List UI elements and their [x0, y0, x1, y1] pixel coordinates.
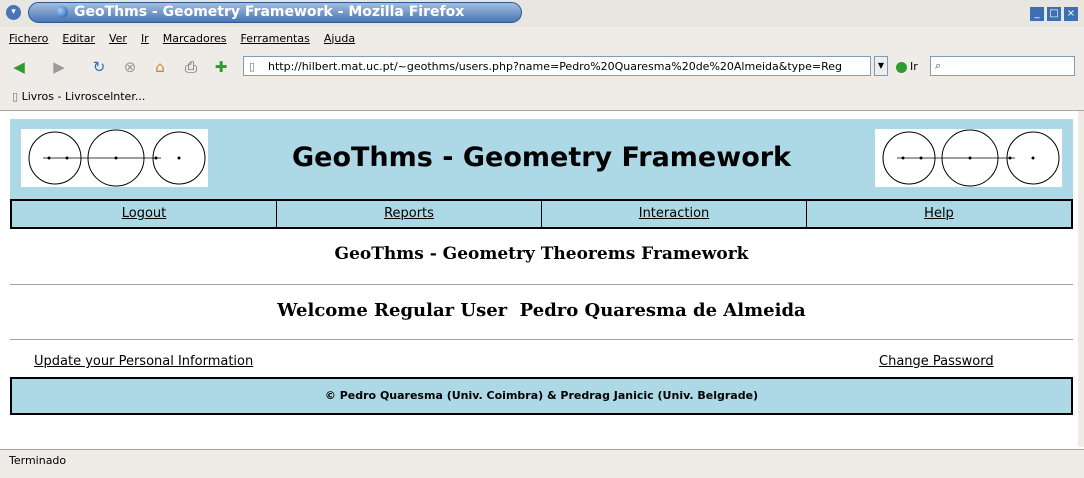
go-icon — [896, 61, 907, 73]
window-titlebar: ▾ GeoThms - Geometry Framework - Mozilla… — [0, 0, 1084, 27]
menu-ajuda[interactable]: Ajuda — [324, 32, 355, 45]
nav-reports-link[interactable]: Reports — [277, 201, 542, 227]
bookmark-item[interactable]: ▯ Livros - Livroscelnter... — [12, 90, 145, 103]
close-icon[interactable]: × — [1064, 7, 1078, 21]
url-dropdown-icon[interactable]: ▼ — [874, 56, 888, 76]
nav-help-link[interactable]: Help — [807, 201, 1071, 227]
window-title: GeoThms - Geometry Framework - Mozilla F… — [74, 4, 465, 20]
search-input[interactable]: ⌕ — [930, 56, 1075, 76]
site-nav: Logout Reports Interaction Help — [10, 199, 1073, 229]
back-icon[interactable]: ◀ — [10, 58, 28, 76]
bookmarks-bar: ▯ Livros - Livroscelnter... — [0, 85, 1084, 111]
url-bar[interactable]: ▯ http://hilbert.mat.uc.pt/~geothms/user… — [243, 56, 871, 76]
menu-ferramentas[interactable]: Ferramentas — [241, 32, 310, 45]
page-subtitle: GeoThms - Geometry Theorems Framework — [334, 244, 749, 264]
window-buttons: _ □ × — [1030, 7, 1078, 21]
menu-ir[interactable]: Ir — [141, 32, 149, 45]
menu-ver[interactable]: Ver — [109, 32, 127, 45]
menu-editar[interactable]: Editar — [62, 32, 95, 45]
menu-marcadores[interactable]: Marcadores — [163, 32, 227, 45]
new-tab-icon[interactable]: ✚ — [212, 58, 230, 76]
firefox-icon — [56, 6, 68, 18]
divider-bottom — [10, 339, 1073, 340]
site-header: GeoThms - Geometry Framework — [10, 119, 1073, 199]
go-label: Ir — [910, 60, 918, 73]
welcome-message: Welcome Regular User Pedro Quaresma de A… — [277, 300, 806, 321]
home-icon[interactable]: ⌂ — [151, 58, 169, 76]
status-text: Terminado — [9, 454, 67, 467]
bookmark-label: Livros - Livroscelnter... — [21, 90, 146, 103]
minimize-icon[interactable]: _ — [1030, 7, 1044, 21]
geometry-logo-right — [875, 129, 1062, 187]
reload-icon[interactable]: ↻ — [90, 58, 108, 76]
change-password-link[interactable]: Change Password — [879, 354, 994, 369]
nav-logout-link[interactable]: Logout — [12, 201, 277, 227]
menu-fichero[interactable]: Fichero — [9, 32, 48, 45]
divider-top — [10, 284, 1073, 285]
bookmark-page-icon: ▯ — [12, 90, 19, 103]
url-text: http://hilbert.mat.uc.pt/~geothms/users.… — [268, 60, 843, 73]
site-footer: © Pedro Quaresma (Univ. Coimbra) & Predr… — [10, 377, 1073, 415]
page-side-gutter — [1078, 111, 1084, 447]
print-icon[interactable]: ⎙ — [182, 58, 200, 76]
forward-icon[interactable]: ▶ — [50, 58, 68, 76]
menu-bar: Fichero Editar Ver Ir Marcadores Ferrame… — [0, 27, 1084, 49]
page-content: GeoThms - Geometry Framework Logout Repo… — [0, 111, 1078, 447]
nav-interaction-link[interactable]: Interaction — [542, 201, 807, 227]
stop-icon[interactable]: ⊗ — [121, 58, 139, 76]
page-icon: ▯ — [249, 60, 256, 73]
go-button[interactable]: Ir — [896, 60, 918, 73]
window-menu-icon[interactable]: ▾ — [6, 5, 21, 20]
update-info-link[interactable]: Update your Personal Information — [34, 354, 253, 369]
status-bar: Terminado — [0, 449, 1084, 478]
maximize-icon[interactable]: □ — [1047, 7, 1061, 21]
search-icon: ⌕ — [935, 59, 942, 72]
